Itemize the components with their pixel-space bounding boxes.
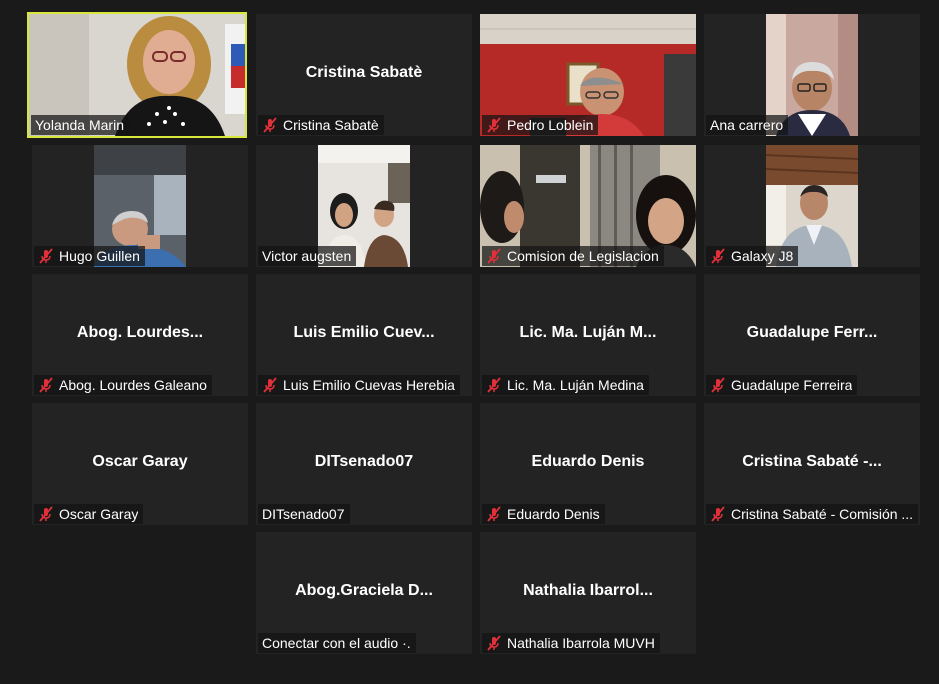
participant-display-name: Abog.Graciela D... <box>295 582 433 599</box>
participant-tile-eduardo-denis[interactable]: Eduardo Denis Eduardo Denis <box>480 403 696 525</box>
participant-name-label: Guadalupe Ferreira <box>706 375 858 395</box>
participant-tile-cristina-sabate-comision[interactable]: Cristina Sabaté -... Cristina Sabaté - C… <box>704 403 920 525</box>
microphone-muted-icon <box>263 117 277 133</box>
microphone-muted-icon <box>39 377 53 393</box>
participant-display-name: Abog. Lourdes... <box>76 324 204 341</box>
participant-name-label: Pedro Loblein <box>482 115 599 135</box>
participant-tile-ana-carrero[interactable]: Ana carrero <box>704 14 920 136</box>
participant-display-name: Cristina Sabatè <box>305 64 423 81</box>
microphone-muted-icon <box>487 117 501 133</box>
participant-display-name: Nathalia Ibarrol... <box>523 582 653 599</box>
participant-tile-victor-augsten[interactable]: Victor augsten <box>256 145 472 267</box>
participant-display-name: Eduardo Denis <box>531 453 645 470</box>
microphone-muted-icon <box>711 377 725 393</box>
participant-name-label: Oscar Garay <box>34 504 144 524</box>
participant-tile-comision-de-legislacion[interactable]: Comision de Legislacion <box>480 145 696 267</box>
participant-name-label: Yolanda Marin <box>31 115 129 135</box>
participant-name-label: Cristina Sabatè <box>258 115 384 135</box>
participant-tile-lujan-medina[interactable]: Lic. Ma. Luján M... Lic. Ma. Luján Medin… <box>480 274 696 396</box>
microphone-muted-icon <box>487 635 501 651</box>
participant-tile-pedro-loblein[interactable]: Pedro Loblein <box>480 14 696 136</box>
participant-name-label: Eduardo Denis <box>482 504 605 524</box>
microphone-muted-icon <box>487 506 501 522</box>
participant-name-label: Conectar con el audio ·. <box>258 633 416 653</box>
participant-name-label: Galaxy J8 <box>706 246 799 266</box>
participant-tile-luis-emilio-cuevas[interactable]: Luis Emilio Cuev... Luis Emilio Cuevas H… <box>256 274 472 396</box>
participant-display-name: Cristina Sabaté -... <box>742 453 882 470</box>
microphone-muted-icon <box>711 248 725 264</box>
participant-name-label: Lic. Ma. Luján Medina <box>482 375 649 395</box>
participant-name-label: Luis Emilio Cuevas Herebia <box>258 375 460 395</box>
microphone-muted-icon <box>711 506 725 522</box>
microphone-muted-icon <box>39 248 53 264</box>
participant-display-name: Guadalupe Ferr... <box>746 324 878 341</box>
participant-tile-yolanda-marin[interactable]: Yolanda Marin <box>27 12 247 138</box>
participant-tile-nathalia-ibarrola[interactable]: Nathalia Ibarrol... Nathalia Ibarrola MU… <box>480 532 696 654</box>
microphone-muted-icon <box>263 377 277 393</box>
participant-name-label: Cristina Sabaté - Comisión ... <box>706 504 919 524</box>
participant-tile-graciela[interactable]: Abog.Graciela D... Conectar con el audio… <box>256 532 472 654</box>
participant-display-name: Luis Emilio Cuev... <box>293 324 435 341</box>
participant-tile-cristina-sabate[interactable]: Cristina Sabatè Cristina Sabatè <box>256 14 472 136</box>
participant-name-label: Abog. Lourdes Galeano <box>34 375 212 395</box>
participant-tile-lourdes-galeano[interactable]: Abog. Lourdes... Abog. Lourdes Galeano <box>32 274 248 396</box>
participant-tile-galaxy-j8[interactable]: Galaxy J8 <box>704 145 920 267</box>
microphone-muted-icon <box>487 377 501 393</box>
participant-tile-hugo-guillen[interactable]: Hugo Guillen <box>32 145 248 267</box>
microphone-muted-icon <box>487 248 501 264</box>
participant-name-label: Hugo Guillen <box>34 246 145 266</box>
participant-name-label: DITsenado07 <box>258 504 350 524</box>
participant-tile-oscar-garay[interactable]: Oscar Garay Oscar Garay <box>32 403 248 525</box>
participant-name-label: Ana carrero <box>706 115 789 135</box>
participant-tile-guadalupe-ferreira[interactable]: Guadalupe Ferr... Guadalupe Ferreira <box>704 274 920 396</box>
participant-tile-ditsenado07[interactable]: DITsenado07 DITsenado07 <box>256 403 472 525</box>
participant-name-label: Nathalia Ibarrola MUVH <box>482 633 660 653</box>
gallery-view: Yolanda Marin Cristina Sabatè Cristina S… <box>0 0 939 684</box>
participant-display-name: Oscar Garay <box>92 453 188 470</box>
microphone-muted-icon <box>39 506 53 522</box>
participant-name-label: Victor augsten <box>258 246 357 266</box>
participant-name-label: Comision de Legislacion <box>482 246 664 266</box>
participant-display-name: Lic. Ma. Luján M... <box>519 324 657 341</box>
participant-display-name: DITsenado07 <box>314 453 414 470</box>
